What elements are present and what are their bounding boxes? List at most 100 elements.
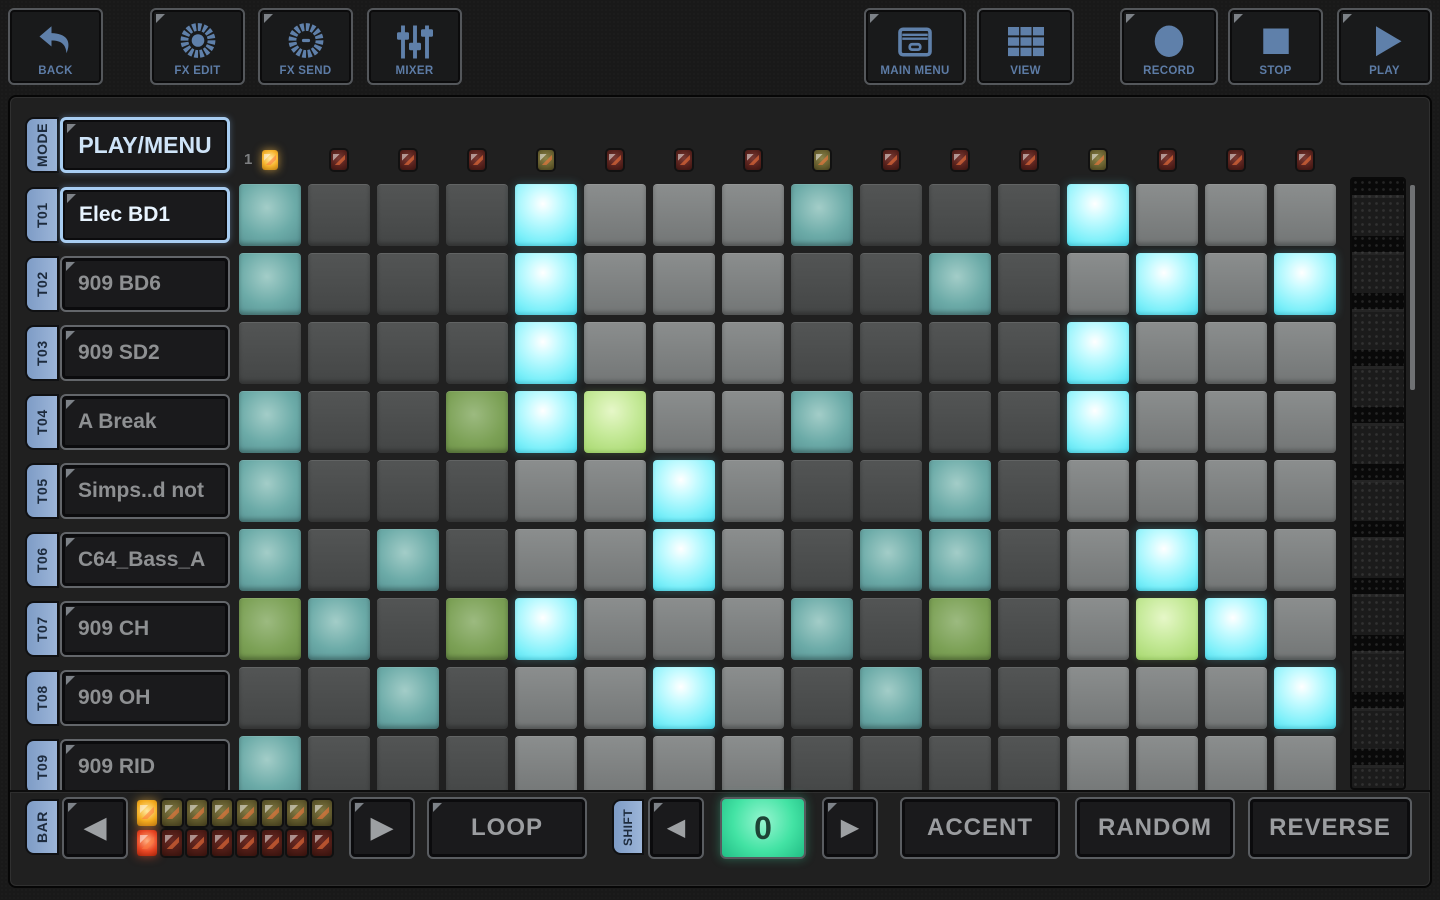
pad-r2-c9[interactable] xyxy=(791,253,853,315)
pad-r5-c1[interactable] xyxy=(239,460,301,522)
pad-r7-c11[interactable] xyxy=(929,598,991,660)
pad-r8-c3[interactable] xyxy=(377,667,439,729)
bar-next-button[interactable]: ▶ xyxy=(349,797,415,859)
pad-r4-c5[interactable] xyxy=(515,391,577,453)
pad-r5-c7[interactable] xyxy=(653,460,715,522)
pad-r6-c5[interactable] xyxy=(515,529,577,591)
pad-r5-c11[interactable] xyxy=(929,460,991,522)
pad-r3-c9[interactable] xyxy=(791,322,853,384)
pad-r5-c3[interactable] xyxy=(377,460,439,522)
pad-r5-c4[interactable] xyxy=(446,460,508,522)
pad-r1-c1[interactable] xyxy=(239,184,301,246)
pad-r8-c2[interactable] xyxy=(308,667,370,729)
pad-r4-c3[interactable] xyxy=(377,391,439,453)
pad-r1-c15[interactable] xyxy=(1205,184,1267,246)
pad-r2-c11[interactable] xyxy=(929,253,991,315)
pad-r8-c9[interactable] xyxy=(791,667,853,729)
pad-r7-c10[interactable] xyxy=(860,598,922,660)
track-tab-t03[interactable]: T03 xyxy=(27,327,57,379)
back-button[interactable]: BACK xyxy=(8,8,103,85)
loop-button[interactable]: LOOP xyxy=(427,797,587,859)
pad-r6-c7[interactable] xyxy=(653,529,715,591)
pad-r9-c8[interactable] xyxy=(722,736,784,790)
pad-r9-c11[interactable] xyxy=(929,736,991,790)
pad-r9-c16[interactable] xyxy=(1274,736,1336,790)
pad-r7-c12[interactable] xyxy=(998,598,1060,660)
track-tab-t06[interactable]: T06 xyxy=(27,534,57,586)
pad-r2-c8[interactable] xyxy=(722,253,784,315)
pad-r7-c9[interactable] xyxy=(791,598,853,660)
pad-r8-c14[interactable] xyxy=(1136,667,1198,729)
pad-r5-c14[interactable] xyxy=(1136,460,1198,522)
pad-r4-c1[interactable] xyxy=(239,391,301,453)
pad-r4-c8[interactable] xyxy=(722,391,784,453)
random-button[interactable]: RANDOM xyxy=(1075,797,1235,859)
track-button-t07[interactable]: 909 CH xyxy=(60,601,230,657)
pad-r6-c2[interactable] xyxy=(308,529,370,591)
pad-r9-c12[interactable] xyxy=(998,736,1060,790)
pad-r6-c8[interactable] xyxy=(722,529,784,591)
pad-r2-c7[interactable] xyxy=(653,253,715,315)
pad-r4-c12[interactable] xyxy=(998,391,1060,453)
main-menu-button[interactable]: MAIN MENU xyxy=(864,8,966,85)
pad-r9-c2[interactable] xyxy=(308,736,370,790)
pad-r7-c2[interactable] xyxy=(308,598,370,660)
pad-r8-c12[interactable] xyxy=(998,667,1060,729)
pad-r9-c9[interactable] xyxy=(791,736,853,790)
pad-r5-c9[interactable] xyxy=(791,460,853,522)
track-tab-t02[interactable]: T02 xyxy=(27,258,57,310)
track-tab-t07[interactable]: T07 xyxy=(27,603,57,655)
pad-r2-c14[interactable] xyxy=(1136,253,1198,315)
play-button[interactable]: PLAY xyxy=(1337,8,1432,85)
track-button-t03[interactable]: 909 SD2 xyxy=(60,325,230,381)
track-button-t06[interactable]: C64_Bass_A xyxy=(60,532,230,588)
pad-r7-c6[interactable] xyxy=(584,598,646,660)
mixer-button[interactable]: MIXER xyxy=(367,8,462,85)
pad-r6-c3[interactable] xyxy=(377,529,439,591)
track-tab-t04[interactable]: T04 xyxy=(27,396,57,448)
pad-r6-c13[interactable] xyxy=(1067,529,1129,591)
track-button-t05[interactable]: Simps..d not xyxy=(60,463,230,519)
pad-r1-c5[interactable] xyxy=(515,184,577,246)
track-button-t01[interactable]: Elec BD1 xyxy=(60,187,230,243)
pad-r5-c8[interactable] xyxy=(722,460,784,522)
pad-r8-c8[interactable] xyxy=(722,667,784,729)
pad-r7-c16[interactable] xyxy=(1274,598,1336,660)
view-button[interactable]: VIEW xyxy=(977,8,1074,85)
track-scroll-strip[interactable] xyxy=(1350,177,1406,790)
pad-r6-c14[interactable] xyxy=(1136,529,1198,591)
shift-prev-button[interactable]: ◀ xyxy=(648,797,704,859)
pad-r1-c4[interactable] xyxy=(446,184,508,246)
pad-r8-c6[interactable] xyxy=(584,667,646,729)
pad-r4-c14[interactable] xyxy=(1136,391,1198,453)
pad-r2-c3[interactable] xyxy=(377,253,439,315)
pad-r9-c5[interactable] xyxy=(515,736,577,790)
pad-r6-c4[interactable] xyxy=(446,529,508,591)
pad-r3-c11[interactable] xyxy=(929,322,991,384)
pad-r2-c15[interactable] xyxy=(1205,253,1267,315)
pad-r8-c5[interactable] xyxy=(515,667,577,729)
pad-r7-c5[interactable] xyxy=(515,598,577,660)
pad-r9-c13[interactable] xyxy=(1067,736,1129,790)
pad-r9-c3[interactable] xyxy=(377,736,439,790)
pad-r9-c15[interactable] xyxy=(1205,736,1267,790)
pad-r1-c9[interactable] xyxy=(791,184,853,246)
pad-r5-c12[interactable] xyxy=(998,460,1060,522)
pad-r1-c14[interactable] xyxy=(1136,184,1198,246)
pad-r5-c13[interactable] xyxy=(1067,460,1129,522)
pad-r8-c16[interactable] xyxy=(1274,667,1336,729)
pad-r3-c13[interactable] xyxy=(1067,322,1129,384)
pad-r5-c6[interactable] xyxy=(584,460,646,522)
pad-r3-c8[interactable] xyxy=(722,322,784,384)
pad-r6-c15[interactable] xyxy=(1205,529,1267,591)
pad-r6-c11[interactable] xyxy=(929,529,991,591)
pad-r6-c10[interactable] xyxy=(860,529,922,591)
track-tab-t09[interactable]: T09 xyxy=(27,741,57,790)
reverse-button[interactable]: REVERSE xyxy=(1248,797,1412,859)
pad-r7-c13[interactable] xyxy=(1067,598,1129,660)
pad-r4-c13[interactable] xyxy=(1067,391,1129,453)
pad-r1-c6[interactable] xyxy=(584,184,646,246)
pad-r4-c15[interactable] xyxy=(1205,391,1267,453)
pad-r7-c15[interactable] xyxy=(1205,598,1267,660)
pad-r9-c14[interactable] xyxy=(1136,736,1198,790)
